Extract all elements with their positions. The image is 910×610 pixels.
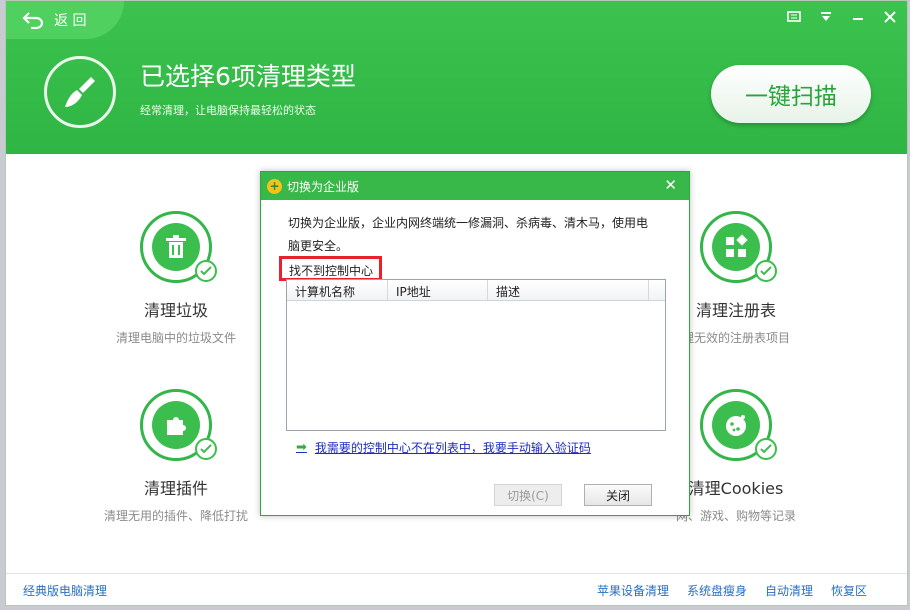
back-label: 返 回 — [54, 13, 87, 29]
switch-button[interactable]: 切换(C) — [494, 484, 562, 506]
tile-clean-junk[interactable]: 清理垃圾 清理电脑中的垃圾文件 — [66, 211, 286, 346]
back-button[interactable]: 返 回 — [6, 1, 124, 39]
column-description[interactable]: 描述 — [488, 280, 649, 300]
checkmark-icon — [195, 260, 217, 282]
one-click-scan-button[interactable]: 一键扫描 — [711, 65, 871, 123]
minimize-icon[interactable] — [842, 9, 874, 25]
table-header: 计算机名称 IP地址 描述 — [287, 280, 665, 301]
column-ip-address[interactable]: IP地址 — [388, 280, 488, 300]
classic-clean-link[interactable]: 经典版电脑清理 — [23, 582, 107, 599]
cookie-icon — [712, 401, 760, 449]
page-subtitle: 经常清理，让电脑保持最轻松的状态 — [140, 104, 316, 117]
registry-icon — [712, 223, 760, 271]
manual-code-link[interactable]: ➡ 我需要的控制中心不在列表中，我要手动输入验证码 — [296, 439, 591, 456]
tile-desc: 清理无用的插件、降低打扰 — [103, 509, 248, 523]
tile-name: 清理插件 — [143, 479, 208, 498]
tile-clean-plugins[interactable]: 清理插件 清理无用的插件、降低打扰 — [66, 389, 286, 524]
restore-area-link[interactable]: 恢复区 — [831, 582, 867, 599]
system-disk-slim-link[interactable]: 系统盘瘦身 — [687, 582, 747, 599]
dialog-titlebar: + 切换为企业版 ✕ — [261, 172, 689, 200]
back-arrow-icon — [22, 12, 44, 29]
control-center-not-found-label: 找不到控制中心 — [279, 256, 382, 281]
checkmark-icon — [755, 260, 777, 282]
page-title: 已选择6项清理类型 — [140, 62, 356, 91]
dialog-title: 切换为企业版 — [287, 179, 360, 194]
close-window-icon[interactable] — [874, 9, 906, 25]
header-banner: 返 回 已选择6项清理类型 经常清理，让电脑保持最轻松的状态 一键扫描 — [6, 1, 907, 154]
checkmark-icon — [755, 438, 777, 460]
arrow-right-icon: ➡ — [296, 440, 307, 455]
dialog-close-icon[interactable]: ✕ — [664, 176, 677, 194]
dropdown-icon[interactable] — [810, 9, 842, 25]
column-computer-name[interactable]: 计算机名称 — [287, 280, 388, 300]
auto-clean-link[interactable]: 自动清理 — [765, 582, 813, 599]
broom-logo-icon — [44, 56, 116, 128]
trash-icon — [152, 223, 200, 271]
tile-name: 清理垃圾 — [143, 301, 208, 320]
close-button[interactable]: 关闭 — [584, 484, 652, 506]
control-center-table[interactable]: 计算机名称 IP地址 描述 — [286, 279, 666, 431]
manual-code-link-text[interactable]: 我需要的控制中心不在列表中，我要手动输入验证码 — [315, 439, 591, 456]
checkmark-icon — [195, 438, 217, 460]
plus-shield-icon: + — [267, 178, 282, 194]
apple-device-clean-link[interactable]: 苹果设备清理 — [597, 582, 669, 599]
dialog-message: 切换为企业版，企业内网终端统一修漏洞、杀病毒、清木马，使用电脑更安全。 — [288, 216, 649, 253]
enterprise-switch-dialog: + 切换为企业版 ✕ 切换为企业版，企业内网终端统一修漏洞、杀病毒、清木马，使用… — [260, 171, 690, 516]
menu-icon[interactable] — [778, 9, 810, 25]
puzzle-icon — [152, 401, 200, 449]
tile-desc: 清理电脑中的垃圾文件 — [115, 331, 236, 345]
bottom-bar: 经典版电脑清理 苹果设备清理 系统盘瘦身 自动清理 恢复区 — [6, 573, 907, 605]
